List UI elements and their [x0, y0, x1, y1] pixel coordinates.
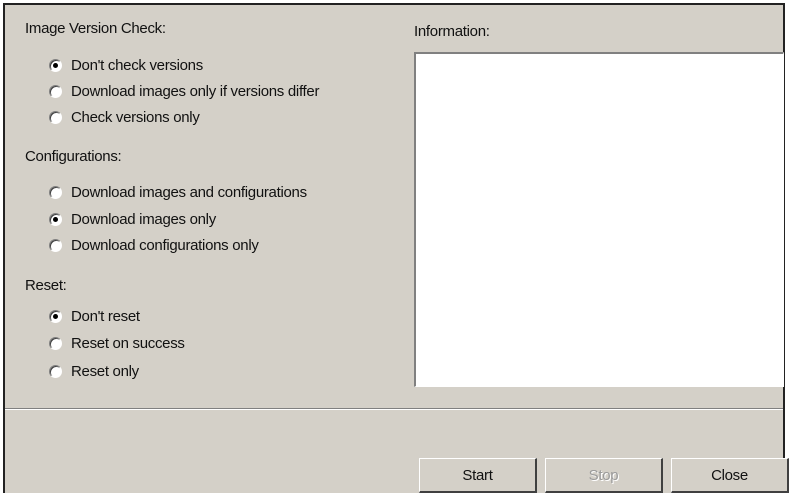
- radio-button-icon[interactable]: [49, 364, 62, 378]
- radio-download-images-only[interactable]: Download images only: [49, 208, 216, 230]
- information-label: Information:: [414, 23, 490, 40]
- image-version-check-label: Image Version Check:: [25, 20, 166, 37]
- start-button[interactable]: Start: [419, 458, 537, 493]
- stop-button[interactable]: Stop: [545, 458, 663, 493]
- radio-dont-check-versions[interactable]: Don't check versions: [49, 54, 203, 76]
- radio-button-icon[interactable]: [49, 212, 62, 226]
- radio-label: Download images only if versions differ: [71, 82, 320, 100]
- information-textbox[interactable]: [414, 52, 784, 387]
- radio-button-icon[interactable]: [49, 309, 62, 323]
- radio-label: Reset on success: [71, 334, 185, 352]
- horizontal-separator: [5, 408, 783, 410]
- radio-label: Download images and configurations: [71, 183, 307, 201]
- radio-button-icon[interactable]: [49, 185, 62, 199]
- dialog-window: Image Version Check: Don't check version…: [3, 3, 789, 493]
- radio-download-images-and-configurations[interactable]: Download images and configurations: [49, 181, 307, 203]
- close-button-label: Close: [711, 466, 748, 484]
- radio-download-configurations-only[interactable]: Download configurations only: [49, 234, 259, 256]
- radio-label: Download configurations only: [71, 236, 259, 254]
- radio-download-if-versions-differ[interactable]: Download images only if versions differ: [49, 80, 319, 102]
- start-button-label: Start: [462, 466, 493, 484]
- radio-button-icon[interactable]: [49, 336, 62, 350]
- radio-reset-on-success[interactable]: Reset on success: [49, 332, 185, 354]
- radio-label: Don't check versions: [71, 56, 203, 74]
- radio-label: Check versions only: [71, 108, 200, 126]
- reset-label: Reset:: [25, 277, 67, 294]
- radio-label: Don't reset: [71, 307, 140, 325]
- stop-button-label: Stop: [588, 466, 619, 484]
- radio-button-icon[interactable]: [49, 238, 62, 252]
- radio-button-icon[interactable]: [49, 110, 62, 124]
- radio-check-versions-only[interactable]: Check versions only: [49, 106, 200, 128]
- radio-button-icon[interactable]: [49, 58, 62, 72]
- radio-reset-only[interactable]: Reset only: [49, 360, 139, 382]
- radio-dont-reset[interactable]: Don't reset: [49, 305, 140, 327]
- configurations-label: Configurations:: [25, 148, 122, 165]
- radio-button-icon[interactable]: [49, 84, 62, 98]
- radio-label: Reset only: [71, 362, 139, 380]
- radio-label: Download images only: [71, 210, 216, 228]
- close-button[interactable]: Close: [671, 458, 789, 493]
